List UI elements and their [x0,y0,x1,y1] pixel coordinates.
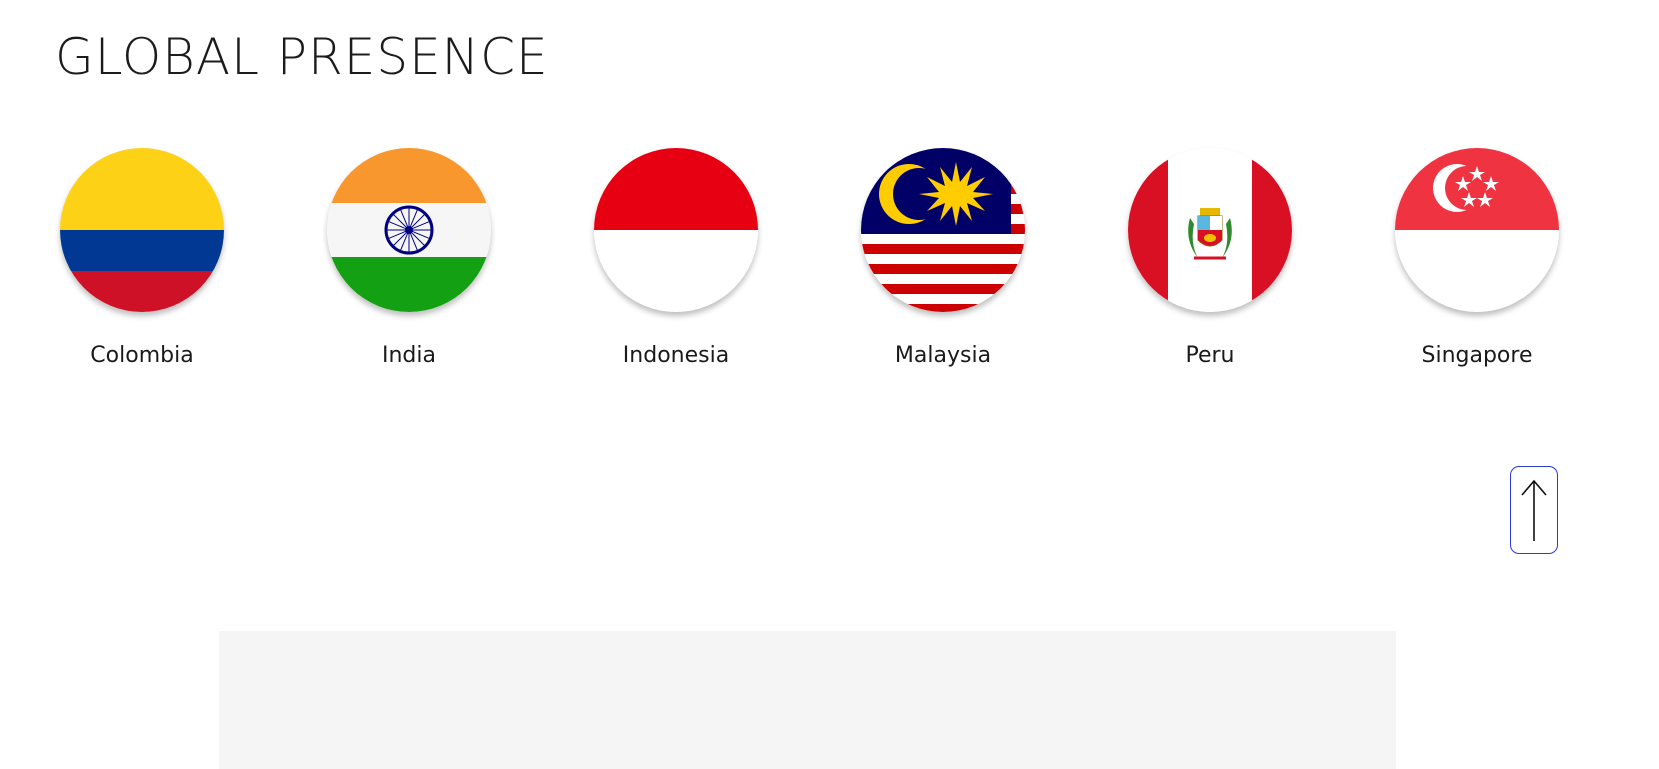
country-name: Indonesia [622,343,730,368]
content-panel [219,631,1396,769]
malaysia-flag-icon [861,148,1025,312]
country-name: India [382,343,436,368]
country-singapore[interactable]: Singapore [1377,148,1577,378]
country-indonesia[interactable]: Indonesia [576,148,776,378]
country-malaysia[interactable]: Malaysia [843,148,1043,378]
country-india[interactable]: India [309,148,509,378]
colombia-flag-icon [60,148,224,312]
country-peru[interactable]: Peru [1110,148,1310,378]
country-name: Malaysia [894,343,992,368]
country-colombia[interactable]: Colombia [42,148,242,378]
singapore-flag-icon [1395,148,1559,312]
indonesia-flag-icon [594,148,758,312]
arrow-up-icon [1521,479,1547,541]
country-name: Peru [1185,343,1235,368]
peru-flag-icon [1128,148,1292,312]
scroll-to-top-button[interactable] [1510,466,1558,554]
india-flag-icon [327,148,491,312]
section-title: GLOBAL PRESENCE [55,28,549,86]
country-name: Singapore [1421,343,1533,368]
flags-row: Colombia India Indonesia Malaysia Peru S… [0,148,1659,378]
country-name: Colombia [90,343,194,368]
